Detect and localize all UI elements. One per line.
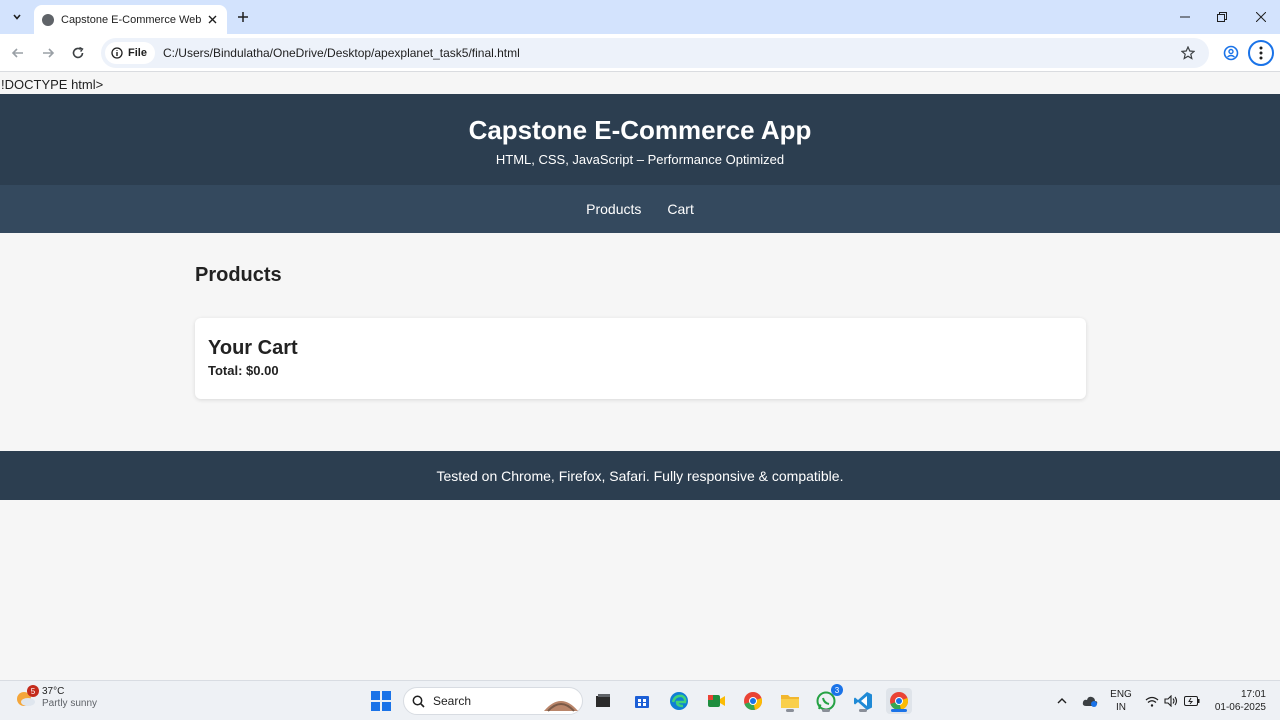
language-indicator[interactable]: ENG IN — [1108, 688, 1134, 714]
volume-tray-button[interactable] — [1162, 681, 1180, 720]
chrome-active-button[interactable] — [886, 688, 912, 714]
browser-tabstrip: Capstone E-Commerce Web App — [0, 0, 1280, 34]
edge-icon — [670, 692, 688, 710]
products-heading: Products — [195, 264, 282, 286]
bookmark-button[interactable] — [1179, 44, 1197, 62]
cart-panel: Your Cart Total: $0.00 — [195, 318, 1086, 399]
battery-icon — [1184, 696, 1200, 706]
file-explorer-button[interactable] — [777, 688, 803, 714]
browser-tab[interactable]: Capstone E-Commerce Web App — [34, 5, 227, 34]
chrome-icon — [890, 692, 909, 711]
nav-link-products[interactable]: Products — [586, 201, 641, 217]
close-icon — [208, 15, 216, 24]
edge-app-button[interactable] — [666, 688, 692, 714]
cloud-icon — [1082, 696, 1098, 707]
store-app-button[interactable] — [629, 688, 655, 714]
minimize-icon — [1180, 16, 1190, 18]
store-icon — [635, 696, 649, 708]
battery-tray-button[interactable] — [1182, 681, 1202, 720]
lang-line2: IN — [1116, 702, 1126, 713]
windows-icon — [371, 691, 391, 711]
restore-icon — [1217, 12, 1227, 22]
whatsapp-app-button[interactable]: 3 — [813, 684, 843, 714]
close-icon — [1256, 12, 1266, 22]
search-icon — [412, 695, 425, 708]
running-indicator-active — [891, 709, 907, 712]
site-subtitle: HTML, CSS, JavaScript – Performance Opti… — [495, 152, 785, 167]
folder-icon — [781, 695, 799, 708]
browser-toolbar: File C:/Users/Bindulatha/OneDrive/Deskto… — [0, 34, 1280, 72]
speaker-icon — [1164, 695, 1178, 707]
wifi-icon — [1145, 696, 1159, 707]
profile-icon — [1223, 45, 1239, 61]
meet-icon — [708, 695, 725, 707]
footer-text: Tested on Chrome, Firefox, Safari. Fully… — [436, 467, 844, 484]
start-button[interactable] — [368, 688, 394, 714]
vscode-app-button[interactable] — [850, 688, 876, 714]
meet-app-button[interactable] — [703, 688, 729, 714]
chrome-app-button[interactable] — [740, 688, 766, 714]
running-indicator — [786, 709, 794, 712]
forward-button[interactable] — [37, 42, 59, 64]
tab-title: Capstone E-Commerce Web App — [61, 13, 201, 26]
site-info-chip[interactable]: File — [105, 42, 155, 64]
site-footer: Tested on Chrome, Firefox, Safari. Fully… — [0, 451, 1280, 500]
address-bar[interactable]: File C:/Users/Bindulatha/OneDrive/Deskto… — [101, 38, 1209, 68]
clock-date: 01-06-2025 — [1214, 702, 1266, 713]
cart-total: Total: $0.00 — [208, 363, 279, 378]
profile-button[interactable] — [1220, 42, 1242, 64]
url-text[interactable]: C:/Users/Bindulatha/OneDrive/Desktop/ape… — [163, 46, 520, 60]
reload-icon — [72, 46, 84, 59]
page-viewport: !DOCTYPE html> Capstone E-Commerce App H… — [0, 73, 1280, 680]
site-nav: Products Cart — [0, 185, 1280, 233]
more-vertical-icon — [1259, 46, 1263, 60]
chevron-down-icon — [13, 14, 21, 20]
taskbar: 5 37°C Partly sunny Search 3 ENG IN 17:0… — [0, 680, 1280, 720]
search-highlight-icon — [544, 701, 578, 712]
running-indicator — [859, 709, 867, 712]
reload-button[interactable] — [67, 42, 89, 64]
site-title: Capstone E-Commerce App — [468, 115, 812, 145]
clock-time: 17:01 — [1240, 689, 1266, 700]
task-view-icon — [596, 694, 610, 707]
taskbar-search[interactable]: Search — [403, 687, 583, 715]
plus-icon — [238, 12, 248, 22]
nav-link-cart[interactable]: Cart — [667, 201, 693, 217]
restore-button[interactable] — [1211, 6, 1233, 28]
show-hidden-icons-button[interactable] — [1053, 681, 1071, 720]
wifi-tray-button[interactable] — [1143, 681, 1161, 720]
arrow-right-icon — [43, 48, 55, 58]
weather-temp: 37°C — [42, 686, 65, 697]
running-indicator — [822, 709, 830, 712]
weather-badge: 5 — [27, 685, 39, 697]
new-tab-button[interactable] — [234, 8, 252, 26]
chevron-up-icon — [1057, 698, 1067, 704]
lang-line1: ENG — [1110, 689, 1132, 700]
stray-doctype-text: !DOCTYPE html> — [1, 77, 104, 92]
onedrive-tray-button[interactable] — [1080, 681, 1100, 720]
info-icon — [111, 47, 123, 59]
tab-close-button[interactable] — [205, 13, 219, 27]
arrow-left-icon — [11, 48, 23, 58]
site-header: Capstone E-Commerce App HTML, CSS, JavaS… — [0, 94, 1280, 185]
weather-widget[interactable]: 5 37°C Partly sunny — [14, 685, 98, 710]
chrome-icon — [744, 692, 763, 711]
weather-desc: Partly sunny — [42, 698, 98, 709]
cart-title: Your Cart — [208, 337, 298, 359]
back-button[interactable] — [7, 42, 29, 64]
whatsapp-badge: 3 — [831, 684, 843, 696]
globe-icon — [42, 13, 54, 26]
vscode-icon — [854, 692, 872, 710]
minimize-button[interactable] — [1174, 6, 1196, 28]
close-window-button[interactable] — [1250, 6, 1272, 28]
tab-search-button[interactable] — [6, 6, 28, 28]
weather-sun-icon: 5 — [14, 685, 39, 709]
task-view-button[interactable] — [590, 688, 616, 714]
browser-menu-button[interactable] — [1248, 40, 1274, 66]
search-label: Search — [433, 694, 472, 708]
taskbar-clock[interactable]: 17:01 01-06-2025 — [1206, 688, 1266, 714]
file-label: File — [128, 47, 147, 59]
star-icon — [1181, 46, 1195, 60]
